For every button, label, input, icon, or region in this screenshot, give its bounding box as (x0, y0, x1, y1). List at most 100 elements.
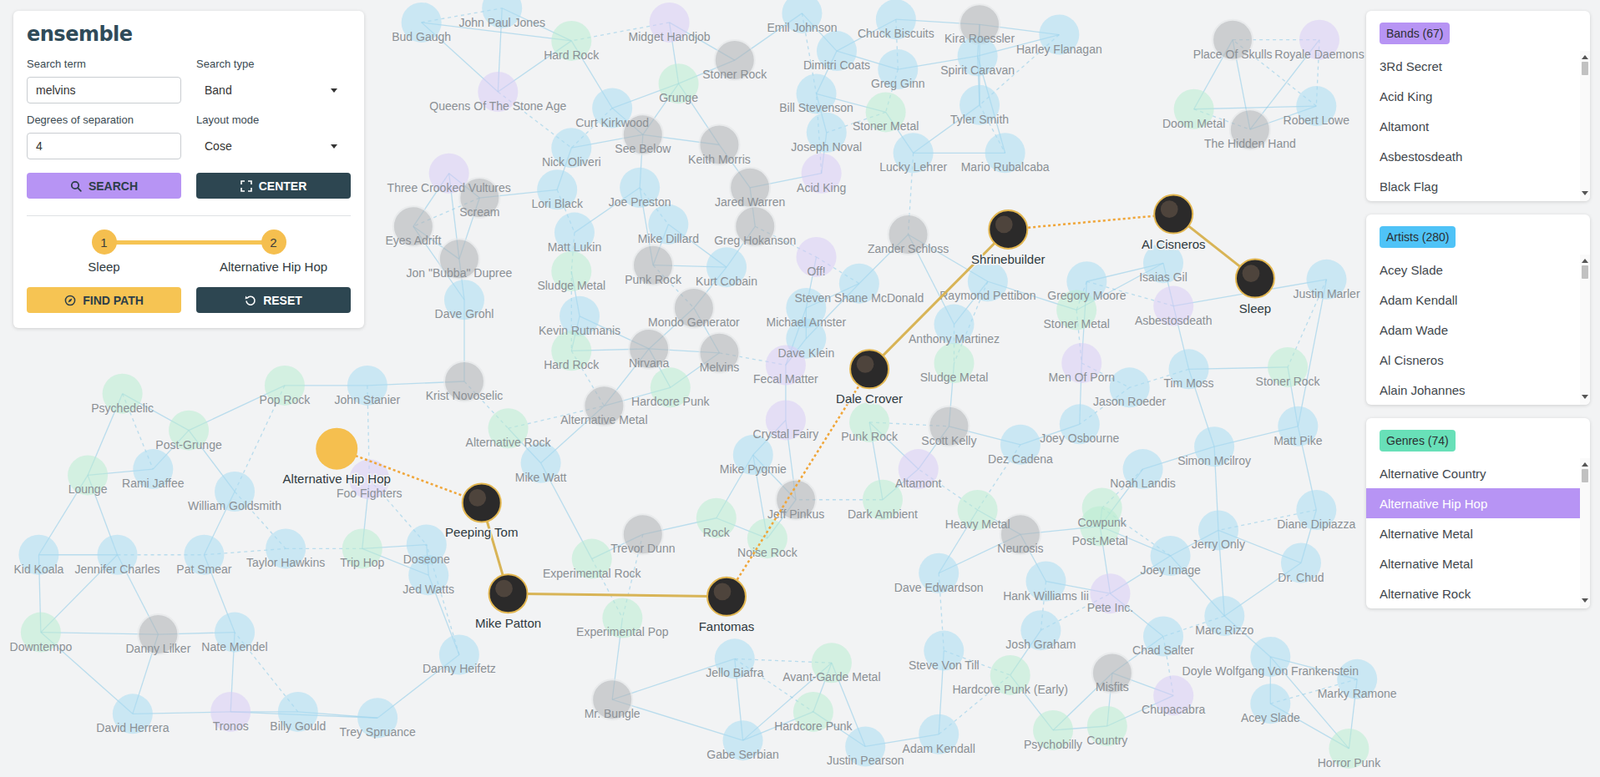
node-label: Acey Slade (1240, 711, 1301, 725)
path-node-label: Mike Patton (475, 616, 542, 631)
node-label: See Below (614, 141, 672, 156)
scroll-down-icon[interactable] (1581, 394, 1589, 400)
node-label: Spirit Caravan (940, 63, 1015, 77)
path-node[interactable] (850, 349, 889, 389)
list-item[interactable]: Black Flag (1366, 171, 1580, 202)
center-button[interactable]: CENTER (196, 172, 351, 199)
graph-node[interactable] (696, 498, 737, 539)
node-label: John Stanier (334, 393, 401, 407)
node-label: Asbestosdeath (1134, 313, 1213, 328)
scroll-down-icon[interactable] (1581, 598, 1589, 603)
graph-node[interactable] (210, 692, 251, 733)
path-node-label: Al Cisneros (1141, 237, 1206, 252)
node-label: Neurosis (997, 541, 1044, 556)
node-label: Doyle Wolfgang Von Frankenstein (1182, 664, 1359, 679)
path-node[interactable] (489, 574, 528, 613)
graph-node[interactable] (658, 63, 699, 104)
node-label: Misfits (1095, 680, 1130, 694)
scroll-thumb[interactable] (1581, 61, 1589, 76)
find-path-button[interactable]: FIND PATH (26, 287, 182, 314)
node-label: Jason Roeder (1093, 394, 1167, 409)
node-label: Gabe Serbian (706, 748, 779, 762)
node-label: Nirvana (628, 356, 669, 370)
path-node[interactable] (1154, 195, 1193, 234)
list-item[interactable]: Alternative Rock (1366, 578, 1580, 609)
node-label: John Paul Jones (458, 15, 546, 30)
node-label: Trevor Dunn (610, 541, 675, 556)
path-nodes: Alternative Hip HopPeeping TomMike Patto… (283, 195, 1275, 634)
scroll-down-icon[interactable] (1581, 191, 1589, 196)
list-item[interactable]: Acid King (1366, 81, 1580, 112)
graph-node[interactable] (67, 455, 108, 496)
path-node-label: Dale Crover (835, 391, 903, 406)
entity-lists: Bands (67) 3Rd SecretAcid KingAltamontAs… (1366, 10, 1590, 609)
path-node[interactable] (315, 428, 358, 471)
list-item[interactable]: Alternative Hip Hop (1366, 488, 1580, 519)
path-start[interactable]: 1 Sleep (26, 229, 182, 274)
search-type-select[interactable]: Band (196, 76, 351, 104)
scrollbar[interactable] (1579, 458, 1590, 609)
node-label: Hardcore Punk (Early) (951, 683, 1069, 697)
path-end[interactable]: 2 Alternative Hip Hop (196, 229, 351, 274)
entity-list: Genres (74) Alternative CountryAlternati… (1366, 418, 1590, 609)
reset-icon (244, 294, 257, 307)
list-item[interactable]: Altamont (1366, 111, 1580, 142)
node-label: Marky Ramone (1317, 687, 1398, 701)
node-label: Justin Pearson (826, 754, 905, 768)
list-item[interactable]: Al Cisneros (1366, 344, 1580, 375)
node-label: Matt Lukin (547, 240, 603, 254)
search-panel: ensemble Search term Search type Band De… (13, 10, 365, 329)
graph-node[interactable] (796, 237, 837, 278)
scroll-up-icon[interactable] (1581, 55, 1589, 60)
node-label: Diane Dipiazza (1276, 517, 1356, 532)
scrollbar[interactable] (1579, 254, 1590, 406)
graph-node[interactable] (1087, 706, 1128, 747)
node-label: Stoner Rock (702, 67, 768, 82)
node-label: Grunge (658, 91, 699, 105)
layout-select[interactable]: Cose (196, 132, 351, 160)
node-photo (1242, 264, 1261, 283)
node-label: Midget Handjob (628, 30, 711, 44)
field-label: Degrees of separation (26, 113, 182, 127)
node-label: Queens Of The Stone Age (429, 99, 567, 113)
search-button[interactable]: SEARCH (26, 172, 182, 199)
node-label: Adam Kendall (902, 742, 976, 756)
search-term-input[interactable] (26, 76, 182, 104)
scroll-thumb[interactable] (1581, 265, 1589, 279)
node-label: Lounge (68, 482, 108, 497)
list-item[interactable]: Alternative Country (1366, 458, 1580, 489)
list-item[interactable]: Adam Wade (1366, 314, 1580, 345)
scrollbar[interactable] (1579, 50, 1590, 202)
path-node[interactable] (1235, 259, 1275, 299)
list-item[interactable]: Alternative Metal (1366, 518, 1580, 549)
graph-node[interactable] (698, 333, 740, 374)
path-node[interactable] (707, 577, 746, 617)
path-node[interactable] (462, 483, 502, 522)
list-item[interactable]: Alternative Metal (1366, 548, 1580, 579)
graph-node[interactable] (628, 329, 669, 370)
node-photo (1160, 200, 1179, 218)
path-node[interactable] (988, 210, 1028, 249)
node-label: Dave Edwardson (894, 581, 984, 595)
list-item[interactable]: Alain Johannes (1366, 374, 1580, 406)
list-item[interactable]: Asbestosdeath (1366, 141, 1580, 172)
list-item[interactable]: Adam Kendall (1366, 284, 1580, 315)
node-label: Post-Metal (1072, 534, 1129, 548)
scroll-up-icon[interactable] (1581, 258, 1589, 264)
node-label: Curt Kirkwood (575, 116, 649, 130)
scroll-up-icon[interactable] (1581, 462, 1589, 467)
graph-node[interactable] (1092, 653, 1133, 694)
node-label: Jed Watts (402, 582, 455, 597)
node-label: Joe Preston (608, 195, 672, 209)
reset-button[interactable]: RESET (196, 287, 351, 314)
node-photo (495, 580, 513, 598)
path-node-label: Sleep (1239, 301, 1271, 316)
logo: ensemble (26, 22, 351, 46)
list-item[interactable]: 3Rd Secret (1366, 50, 1580, 82)
node-photo (856, 355, 875, 374)
list-item[interactable]: Acey Slade (1366, 254, 1580, 285)
node-label: Rock (703, 526, 731, 540)
scroll-thumb[interactable] (1581, 469, 1589, 483)
degrees-input[interactable] (26, 132, 182, 160)
node-label: Joey Osbourne (1039, 431, 1119, 446)
